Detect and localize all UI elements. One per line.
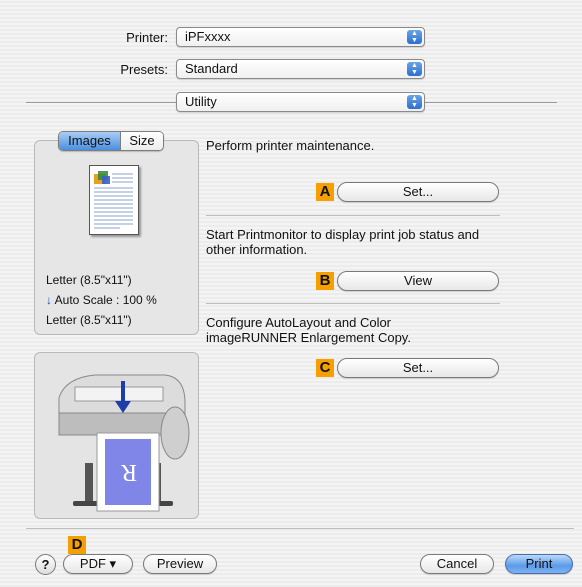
help-button[interactable]: ?	[35, 554, 56, 575]
svg-text:R: R	[121, 459, 137, 485]
footer-divider	[26, 528, 574, 529]
printer-image-panel: R	[34, 352, 199, 519]
page-thumbnail	[89, 165, 139, 235]
printer-illustration-icon: R	[58, 374, 190, 512]
preview-button[interactable]: Preview	[143, 554, 217, 574]
marker-c: C	[316, 359, 334, 377]
presets-label: Presets:	[120, 62, 168, 77]
section-divider	[206, 303, 500, 304]
popup-arrows-icon: ▲ ▼	[407, 62, 422, 76]
marker-d: D	[68, 536, 86, 554]
header-divider	[26, 102, 176, 103]
preview-tabs: Images Size	[58, 131, 164, 151]
auto-scale-text: Auto Scale : 100 %	[54, 293, 157, 307]
section-b-description: Start Printmonitor to display print job …	[206, 227, 480, 257]
output-size-info: Letter (8.5"x11")	[46, 313, 132, 327]
section-divider	[206, 215, 500, 216]
autolayout-set-button[interactable]: Set...	[337, 358, 499, 378]
marker-a: A	[316, 183, 334, 201]
printer-label: Printer:	[126, 30, 168, 45]
print-button[interactable]: Print	[505, 554, 573, 574]
popup-arrows-icon: ▲ ▼	[407, 30, 422, 44]
pdf-menu-button[interactable]: PDF ▾	[63, 554, 133, 574]
maintenance-set-button[interactable]: Set...	[337, 182, 499, 202]
presets-value: Standard	[185, 61, 238, 76]
panel-select-value: Utility	[185, 94, 217, 109]
page-thumbnail-icon	[94, 171, 133, 229]
popup-arrows-icon: ▲ ▼	[407, 95, 422, 109]
tab-images[interactable]: Images	[59, 132, 121, 150]
marker-b: B	[316, 272, 334, 290]
printer-select[interactable]: iPFxxxx ▲ ▼	[176, 27, 425, 47]
printmonitor-view-button[interactable]: View	[337, 271, 499, 291]
auto-scale-info: ↓ Auto Scale : 100 %	[46, 293, 157, 307]
cancel-button[interactable]: Cancel	[420, 554, 494, 574]
header-divider	[425, 102, 557, 103]
panel-select[interactable]: Utility ▲ ▼	[176, 92, 425, 112]
section-c-description: Configure AutoLayout and Color imageRUNN…	[206, 315, 411, 345]
tab-size[interactable]: Size	[121, 132, 163, 150]
arrow-down-icon: ↓	[46, 293, 52, 307]
printer-value: iPFxxxx	[185, 29, 231, 44]
section-a-description: Perform printer maintenance.	[206, 138, 375, 153]
presets-select[interactable]: Standard ▲ ▼	[176, 59, 425, 79]
paper-size-info: Letter (8.5"x11")	[46, 273, 132, 287]
